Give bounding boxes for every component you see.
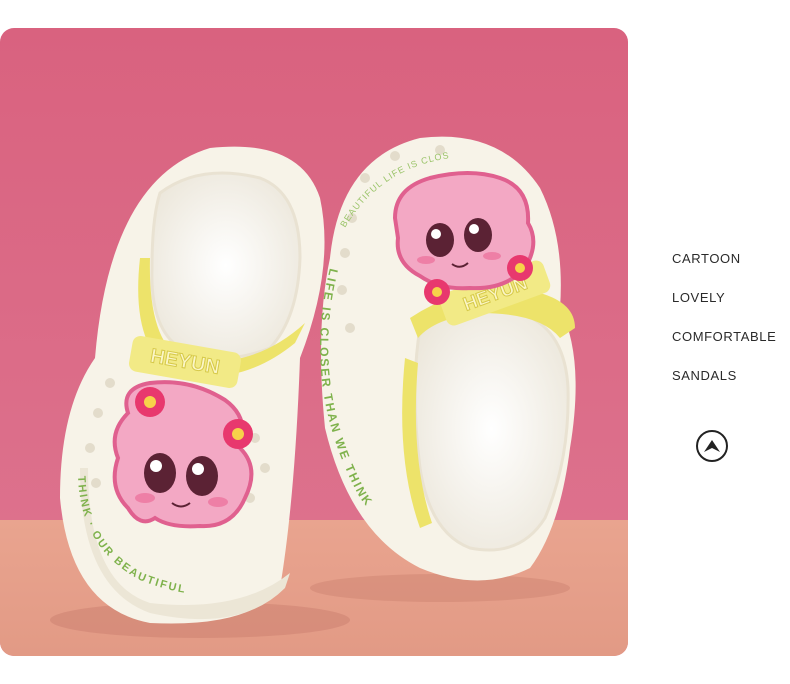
feature-lovely: LOVELY bbox=[672, 290, 726, 305]
left-flower-side bbox=[223, 419, 253, 449]
right-flower-bottom bbox=[424, 279, 450, 305]
right-flower-side bbox=[507, 255, 533, 281]
left-charm bbox=[112, 380, 254, 529]
up-arrow-icon bbox=[704, 440, 720, 452]
feature-sandals: SANDALS bbox=[672, 368, 737, 383]
product-photo: HEYUN THINK · OUR BEAUTIFUL HEYUN LIFE I… bbox=[0, 28, 628, 656]
feature-comfortable: COMFORTABLE bbox=[672, 329, 777, 344]
feature-cartoon: CARTOON bbox=[672, 251, 741, 266]
left-flower-top bbox=[135, 387, 165, 417]
feature-list: CARTOON LOVELY COMFORTABLE SANDALS bbox=[672, 251, 776, 407]
up-arrow-circle-icon[interactable] bbox=[696, 430, 728, 462]
sandal-shadow-right bbox=[310, 574, 570, 602]
